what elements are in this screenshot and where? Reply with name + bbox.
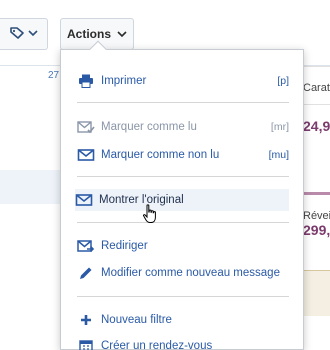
menu-item-show-original[interactable]: Montrer l'original [75, 189, 289, 211]
menu-item-label: Montrer l'original [99, 194, 184, 206]
actions-label: Actions [66, 27, 111, 41]
menu-divider [77, 102, 289, 103]
envelope-icon [77, 148, 95, 162]
menu-item-label: Modifier comme nouveau message [101, 267, 280, 279]
shortcut-hint: [mu] [268, 149, 289, 161]
product-price: 299, [303, 222, 330, 238]
menu-item-redirect[interactable]: Rediriger [77, 235, 289, 257]
chevron-down-icon [27, 28, 38, 40]
product-price: 24,9 [303, 118, 330, 134]
menu-item-label: Marquer comme non lu [101, 149, 220, 161]
menu-item-mark-unread[interactable]: Marquer comme non lu [mu] [77, 144, 289, 166]
shortcut-hint: [p] [277, 75, 289, 87]
product-image [300, 270, 330, 316]
menu-divider [77, 176, 289, 177]
message-count: 27 [48, 70, 60, 81]
actions-dropdown: Imprimer [p] Marquer comme lu [mr] Marqu… [60, 49, 304, 350]
envelope-icon [75, 193, 93, 207]
menu-item-label: Créer un rendez-vous [101, 340, 213, 350]
product-divider-bar [300, 192, 330, 195]
shortcut-hint: [mr] [270, 121, 289, 133]
divider [300, 66, 330, 67]
selected-row-highlight [0, 170, 60, 204]
menu-item-label: Imprimer [101, 75, 147, 87]
product-title: Carat [303, 82, 330, 94]
menu-item-label: Marquer comme lu [101, 121, 197, 133]
menu-item-label: Rediriger [101, 240, 148, 252]
hand-cursor-icon [142, 204, 158, 227]
menu-divider [77, 222, 289, 223]
envelope-check-icon [77, 120, 95, 134]
tag-button[interactable] [0, 18, 48, 50]
menu-item-mark-read: Marquer comme lu [mr] [77, 116, 289, 138]
product-title: Réveil [303, 210, 330, 222]
calendar-icon [77, 339, 95, 350]
menu-item-label: Nouveau filtre [101, 314, 172, 326]
menu-item-new-filter[interactable]: Nouveau filtre [77, 309, 289, 331]
menu-item-create-appointment[interactable]: Créer un rendez-vous [77, 335, 289, 350]
tag-icon [9, 26, 24, 43]
chevron-down-icon [117, 27, 127, 41]
plus-icon [77, 314, 95, 326]
printer-icon [77, 74, 95, 88]
pencil-icon [77, 266, 95, 280]
envelope-forward-icon [77, 239, 95, 253]
menu-divider [77, 296, 289, 297]
menu-item-edit-as-new[interactable]: Modifier comme nouveau message [77, 262, 289, 284]
menu-item-print[interactable]: Imprimer [p] [77, 70, 289, 92]
divider [300, 104, 330, 105]
